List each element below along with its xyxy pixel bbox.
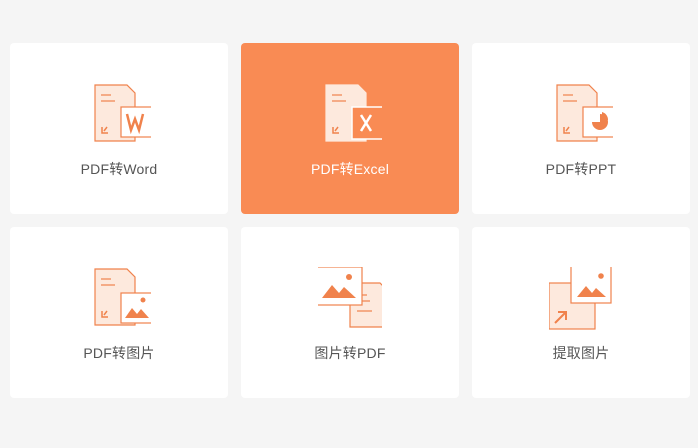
pdf-to-ppt-card[interactable]: PDF转PPT [472, 43, 690, 214]
pdf-to-image-icon [94, 268, 151, 326]
pdf-to-word-label: PDF转Word [80, 161, 158, 177]
pdf-to-image-label: PDF转图片 [83, 345, 155, 361]
pdf-to-image-card[interactable]: PDF转图片 [10, 227, 228, 398]
pdf-to-word-icon [94, 84, 151, 142]
image-to-pdf-card[interactable]: 图片转PDF [241, 227, 459, 398]
extract-images-label: 提取图片 [552, 345, 610, 361]
pdf-to-word-card[interactable]: PDF转Word [10, 43, 228, 214]
pdf-to-excel-icon [325, 84, 382, 142]
pdf-to-excel-card[interactable]: PDF转Excel [241, 43, 459, 214]
pdf-to-ppt-icon [556, 84, 613, 142]
pdf-tools-grid: PDF转Word PDF转Excel PDF转PPT PDF转图片 图片转PDF… [10, 43, 691, 398]
image-to-pdf-icon [318, 267, 382, 328]
image-to-pdf-label: 图片转PDF [314, 345, 386, 361]
pdf-to-ppt-label: PDF转PPT [545, 161, 617, 177]
extract-images-icon [549, 267, 612, 330]
extract-images-card[interactable]: 提取图片 [472, 227, 690, 398]
pdf-to-excel-label: PDF转Excel [310, 161, 390, 177]
